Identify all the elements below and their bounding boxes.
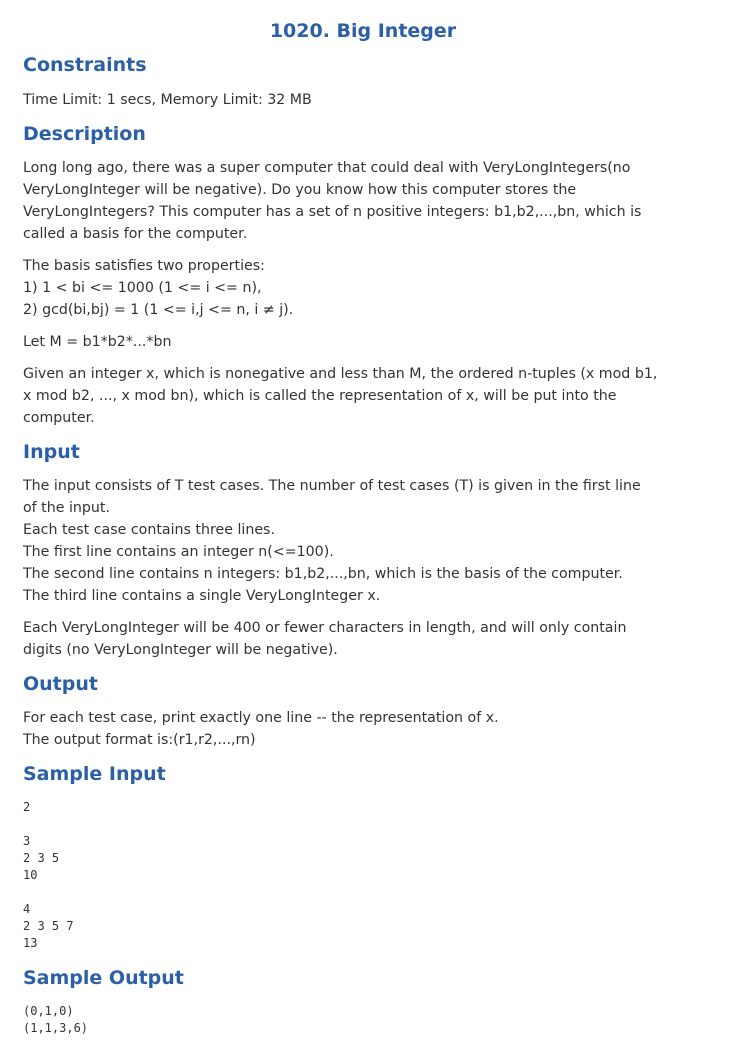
sample-input-line: 2 3 5 7 — [23, 919, 74, 933]
sample-input-line: 10 — [23, 868, 38, 882]
input-line: digits (no VeryLongInteger will be negat… — [23, 642, 338, 658]
sample-input-block: 2 3 2 3 5 10 4 2 3 5 7 13 — [23, 799, 74, 952]
description-line: Long long ago, there was a super compute… — [23, 160, 631, 176]
sample-input-line: 4 — [23, 902, 31, 916]
output-heading: Output — [23, 673, 98, 695]
description-line: Given an integer x, which is nonegative … — [23, 366, 658, 382]
output-line: For each test case, print exactly one li… — [23, 710, 499, 726]
input-paragraph-2: Each VeryLongInteger will be 400 or fewe… — [23, 617, 723, 661]
sample-input-line — [23, 884, 74, 901]
input-line: The third line contains a single VeryLon… — [23, 588, 381, 604]
sample-output-block: (0,1,0) (1,1,3,6) — [23, 1003, 88, 1037]
description-line: The basis satisfies two properties: — [23, 258, 265, 274]
problem-page: 1020. Big Integer Constraints Time Limit… — [0, 0, 748, 1051]
problem-title: 1020. Big Integer — [269, 20, 457, 42]
description-paragraph-1: Long long ago, there was a super compute… — [23, 157, 723, 245]
description-paragraph-3: Let M = b1*b2*...*bn — [23, 331, 723, 353]
sample-output-heading: Sample Output — [23, 967, 184, 989]
constraints-text: Time Limit: 1 secs, Memory Limit: 32 MB — [23, 92, 312, 108]
sample-input-line: 2 3 5 — [23, 851, 60, 865]
description-line: VeryLongInteger will be negative). Do yo… — [23, 182, 577, 198]
description-line: 2) gcd(bi,bj) = 1 (1 <= i,j <= n, i ≠ j)… — [23, 302, 294, 318]
input-line: The second line contains n integers: b1,… — [23, 566, 623, 582]
description-heading: Description — [23, 123, 146, 145]
input-line: of the input. — [23, 500, 110, 516]
sample-input-line: 2 — [23, 800, 31, 814]
input-line: The input consists of T test cases. The … — [23, 478, 641, 494]
description-line: called a basis for the computer. — [23, 226, 248, 242]
output-paragraph: For each test case, print exactly one li… — [23, 707, 723, 751]
input-line: The first line contains an integer n(<=1… — [23, 544, 334, 560]
input-line: Each VeryLongInteger will be 400 or fewe… — [23, 620, 627, 636]
description-line: x mod b2, ..., x mod bn), which is calle… — [23, 388, 617, 404]
output-line: The output format is:(r1,r2,...,rn) — [23, 732, 256, 748]
constraints-heading: Constraints — [23, 54, 147, 76]
sample-output-line: (0,1,0) — [23, 1004, 74, 1018]
input-paragraph-1: The input consists of T test cases. The … — [23, 475, 723, 607]
sample-output-line: (1,1,3,6) — [23, 1021, 89, 1035]
sample-input-line: 13 — [23, 936, 38, 950]
description-paragraph-4: Given an integer x, which is nonegative … — [23, 363, 723, 429]
sample-input-line: 3 — [23, 834, 31, 848]
description-paragraph-2: The basis satisfies two properties: 1) 1… — [23, 255, 723, 321]
sample-input-line — [23, 816, 74, 833]
sample-input-heading: Sample Input — [23, 763, 166, 785]
input-heading: Input — [23, 441, 80, 463]
input-line: Each test case contains three lines. — [23, 522, 275, 538]
description-line: 1) 1 < bi <= 1000 (1 <= i <= n), — [23, 280, 262, 296]
description-line: computer. — [23, 410, 95, 426]
description-line: Let M = b1*b2*...*bn — [23, 334, 172, 350]
description-line: VeryLongIntegers? This computer has a se… — [23, 204, 642, 220]
